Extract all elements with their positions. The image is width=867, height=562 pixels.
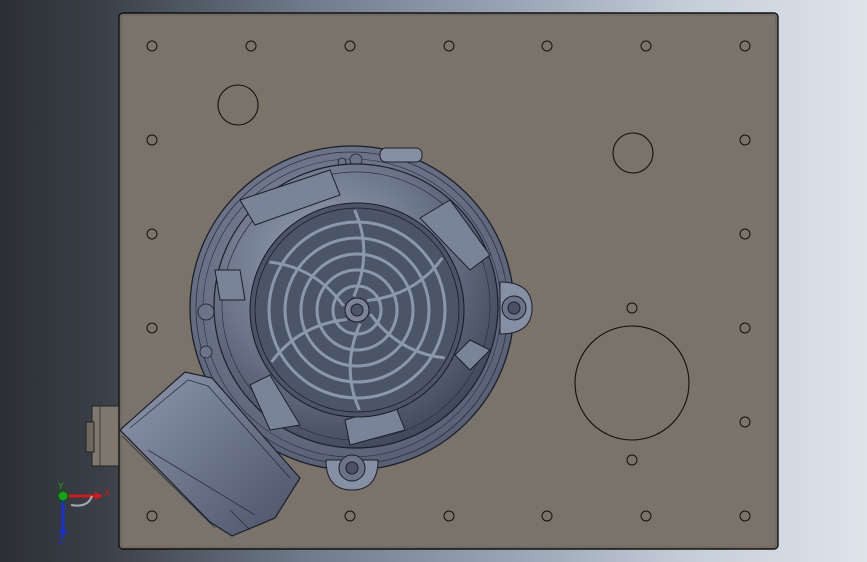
triad-y-axis (57, 490, 69, 502)
side-connector (85, 405, 123, 467)
graphics-viewport[interactable]: X Y Z (0, 0, 867, 562)
triad-y-label: Y (57, 482, 64, 492)
coordinate-triad: X Y Z (57, 482, 110, 547)
model-view[interactable]: X Y Z (0, 0, 867, 562)
fan-grille (249, 202, 465, 418)
triad-z-label: Z (58, 537, 64, 547)
triad-x-label: X (104, 489, 110, 499)
